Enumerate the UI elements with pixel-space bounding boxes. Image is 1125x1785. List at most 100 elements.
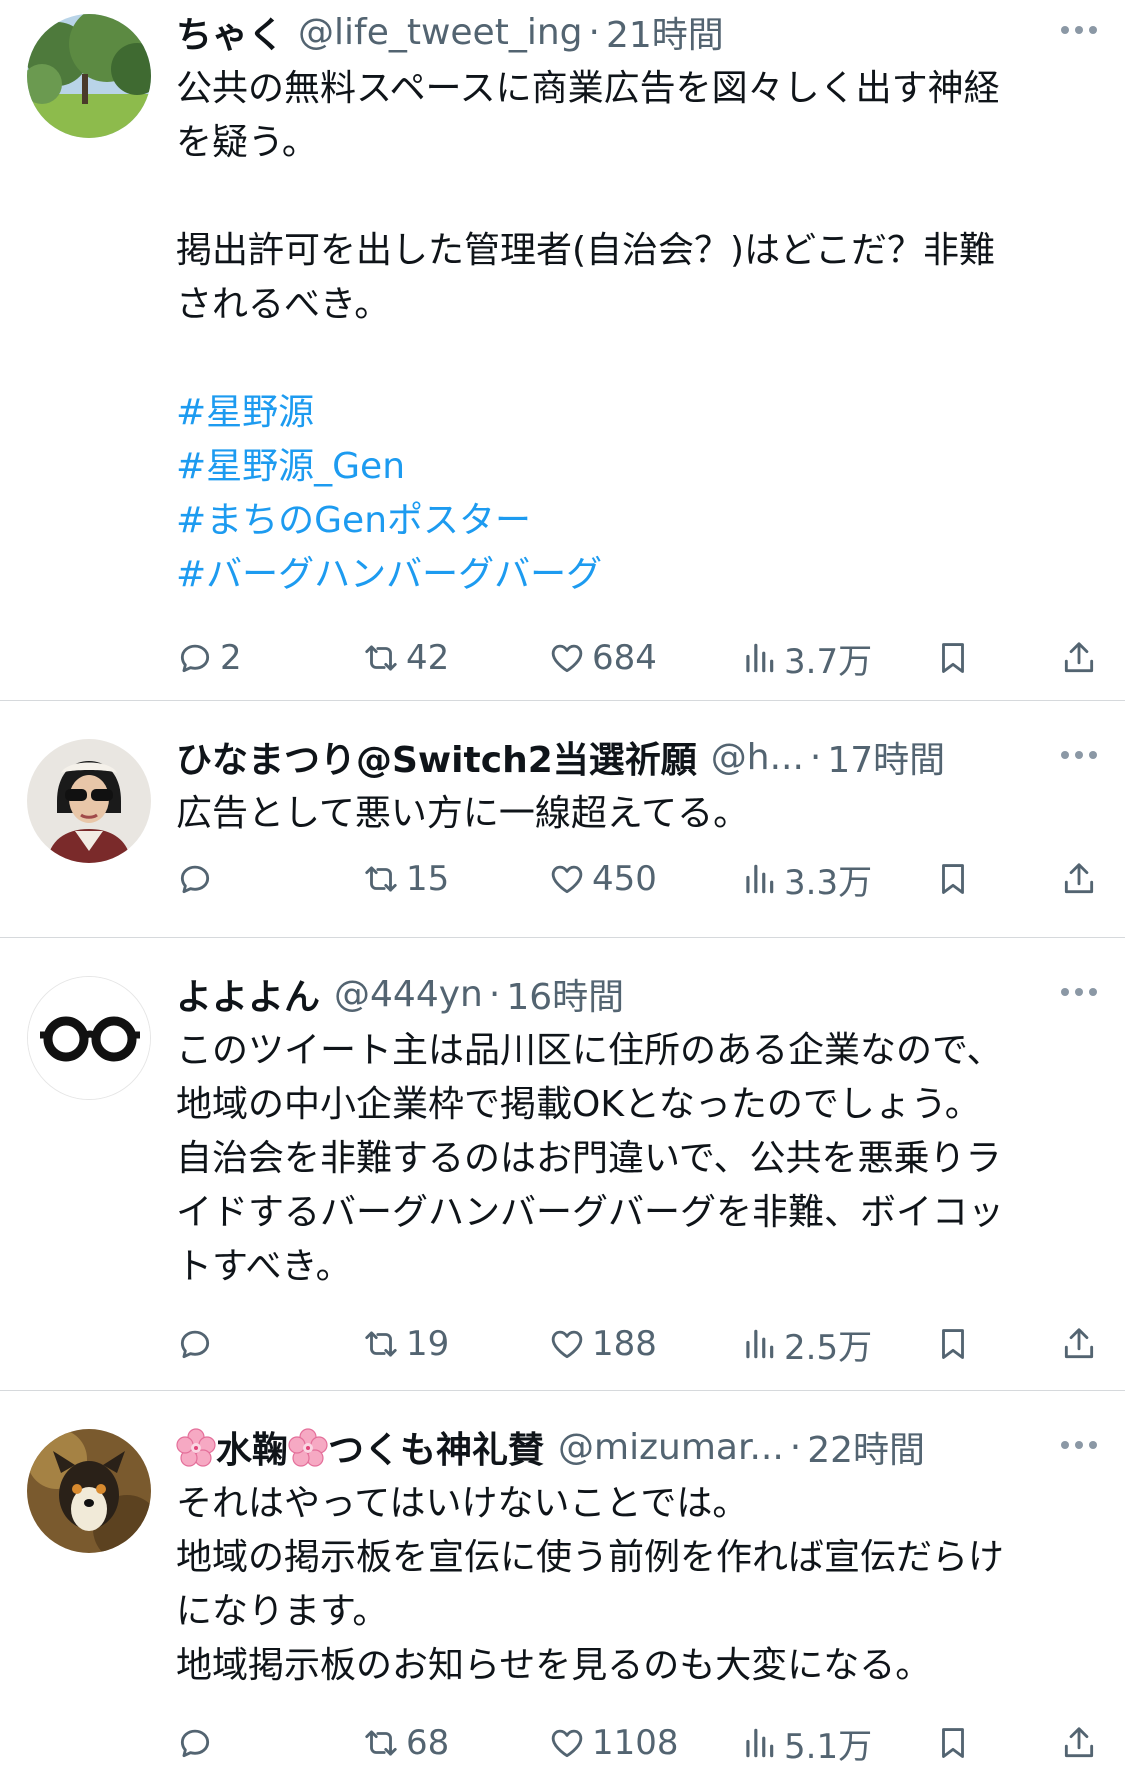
reply-button[interactable] <box>176 1715 220 1771</box>
retweet-count: 19 <box>406 1324 450 1364</box>
text-line: 掲出許可を出した管理者(自治会？)はどこだ？非難 <box>176 230 996 271</box>
like-count: 188 <box>592 1324 657 1364</box>
reply-button[interactable] <box>176 851 220 907</box>
text-line: このツイート主は品川区に住所のある企業なので、 <box>176 1030 1003 1071</box>
user-handle[interactable]: @mizumar... <box>558 1427 784 1468</box>
views-icon <box>746 1728 774 1758</box>
views-count: 2.5万 <box>784 1327 873 1368</box>
user-handle[interactable]: @444yn <box>334 974 483 1015</box>
action-bar: 19 188 2.5万 <box>176 1316 1094 1372</box>
avatar[interactable] <box>27 739 151 863</box>
share-button[interactable] <box>1060 630 1098 686</box>
more-icon[interactable] <box>1061 962 1097 1022</box>
share-button[interactable] <box>1060 1316 1098 1372</box>
text-line: 公共の無料スペースに商業広告を図々しく出す神経 <box>176 68 1000 109</box>
bookmark-button[interactable] <box>934 1715 972 1771</box>
views-button[interactable]: 3.7万 <box>740 630 872 686</box>
separator-dot: · <box>588 11 600 53</box>
action-bar: 68 1108 5.1万 <box>176 1715 1094 1771</box>
reply-icon <box>180 1330 210 1359</box>
text-line: になります。 <box>176 1591 389 1632</box>
hashtag-link[interactable]: #バーグハンバーグバーグ <box>176 548 1085 602</box>
like-count: 684 <box>592 638 657 678</box>
like-button[interactable]: 684 <box>548 630 657 686</box>
share-button[interactable] <box>1060 1715 1098 1771</box>
tweet-header: 水鞠 つくも神礼賛 @mizumar... · 22時間 <box>176 1417 1085 1477</box>
text-line: 広告として悪い方に一線超えてる。 <box>176 793 750 834</box>
timestamp[interactable]: 16時間 <box>506 968 624 1020</box>
display-name[interactable]: よよよん <box>176 968 320 1020</box>
reply-icon <box>180 865 210 894</box>
tweet-text: それはやってはいけないことでは。 地域の掲示板を宣伝に使う前例を作れば宣伝だらけ… <box>176 1477 1085 1693</box>
reply-count: 2 <box>220 638 242 678</box>
tweet-header: よよよん @444yn · 16時間 <box>176 964 1085 1024</box>
display-name-part: つくも神礼賛 <box>328 1430 545 1471</box>
display-name[interactable]: ちゃく <box>176 6 284 58</box>
views-count: 5.1万 <box>784 1726 873 1767</box>
text-line: トすべき。 <box>176 1246 352 1287</box>
hashtag-link[interactable]: #星野源_Gen <box>176 440 1085 494</box>
tweet-text: このツイート主は品川区に住所のある企業なので、 地域の中小企業枠で掲載OKとなっ… <box>176 1024 1085 1294</box>
reply-icon <box>180 644 210 673</box>
like-icon <box>551 1330 583 1359</box>
tweet[interactable]: よよよん @444yn · 16時間 このツイート主は品川区に住所のある企業なの… <box>0 938 1125 1391</box>
reply-button[interactable] <box>176 1316 220 1372</box>
like-button[interactable]: 188 <box>548 1316 657 1372</box>
more-icon[interactable] <box>1061 1415 1097 1475</box>
display-name[interactable]: 水鞠 つくも神礼賛 <box>176 1421 544 1473</box>
retweet-icon <box>365 645 397 671</box>
views-icon <box>746 864 774 894</box>
like-button[interactable]: 1108 <box>548 1715 679 1771</box>
text-line: それはやってはいけないことでは。 <box>176 1483 749 1524</box>
action-bar: 15 450 3.3万 <box>176 851 1094 907</box>
hashtag-link[interactable]: #星野源 <box>176 386 1085 440</box>
timestamp[interactable]: 22時間 <box>807 1421 925 1473</box>
bookmark-icon <box>942 864 964 894</box>
more-icon[interactable] <box>1061 0 1097 60</box>
like-button[interactable]: 450 <box>548 851 657 907</box>
views-button[interactable]: 5.1万 <box>740 1715 872 1771</box>
share-icon <box>1064 642 1094 673</box>
retweet-icon <box>365 866 397 892</box>
share-icon <box>1064 863 1094 894</box>
views-button[interactable]: 3.3万 <box>740 851 872 907</box>
user-handle[interactable]: @h... <box>711 737 804 778</box>
avatar[interactable] <box>27 14 151 138</box>
tweet[interactable]: ひなまつり@Switch2当選祈願 @h... · 17時間 広告として悪い方に… <box>0 701 1125 938</box>
bookmark-button[interactable] <box>934 630 972 686</box>
retweet-icon <box>365 1730 397 1756</box>
action-bar: 2 42 684 3.7万 <box>176 630 1094 686</box>
timestamp[interactable]: 21時間 <box>606 6 724 58</box>
tweet[interactable]: ちゃく @life_tweet_ing · 21時間 公共の無料スペースに商業広… <box>0 0 1125 701</box>
separator-dot: · <box>789 1426 802 1468</box>
avatar[interactable] <box>27 1429 151 1553</box>
retweet-button[interactable]: 68 <box>362 1715 449 1771</box>
like-icon <box>551 644 583 673</box>
retweet-button[interactable]: 42 <box>362 630 449 686</box>
share-icon <box>1064 1727 1094 1758</box>
reply-button[interactable]: 2 <box>176 630 242 686</box>
retweet-button[interactable]: 19 <box>362 1316 449 1372</box>
text-line: 自治会を非難するのはお門違いで、公共を悪乗りラ <box>176 1138 1002 1179</box>
user-handle[interactable]: @life_tweet_ing <box>298 12 582 53</box>
more-icon[interactable] <box>1061 725 1097 785</box>
views-icon <box>746 643 774 673</box>
hashtag-link[interactable]: #まちのGenポスター <box>176 494 1085 548</box>
tweet-header: ちゃく @life_tweet_ing · 21時間 <box>176 2 1085 62</box>
views-button[interactable]: 2.5万 <box>740 1316 872 1372</box>
retweet-button[interactable]: 15 <box>362 851 449 907</box>
share-button[interactable] <box>1060 851 1098 907</box>
avatar[interactable] <box>27 976 151 1100</box>
display-name[interactable]: ひなまつり@Switch2当選祈願 <box>176 731 697 783</box>
timestamp[interactable]: 17時間 <box>827 731 945 783</box>
tweet[interactable]: 水鞠 つくも神礼賛 @mizumar... · 22時間 それはやってはいけない… <box>0 1391 1125 1785</box>
tweet-header: ひなまつり@Switch2当選祈願 @h... · 17時間 <box>176 727 1085 787</box>
separator-dot: · <box>809 736 822 778</box>
views-icon <box>746 1329 774 1359</box>
display-name-part: 水鞠 <box>216 1430 289 1471</box>
bookmark-button[interactable] <box>934 1316 972 1372</box>
timeline: ちゃく @life_tweet_ing · 21時間 公共の無料スペースに商業広… <box>0 0 1125 1785</box>
separator-dot: · <box>488 973 501 1015</box>
text-line: 地域の中小企業枠で掲載OKとなったのでしょう。 <box>176 1084 981 1125</box>
bookmark-button[interactable] <box>934 851 972 907</box>
